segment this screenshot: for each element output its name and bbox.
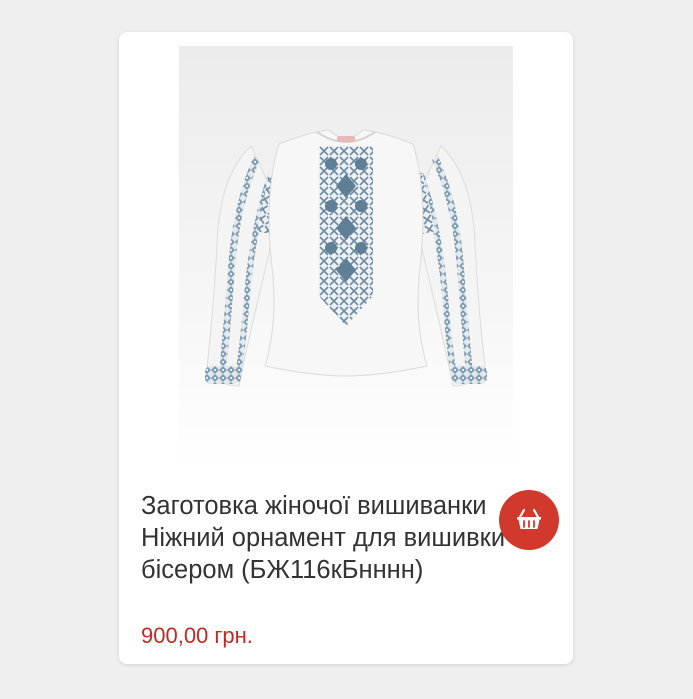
add-to-cart-button[interactable] [499,490,559,550]
product-price: 900,00 грн. [141,623,253,648]
basket-icon [517,508,541,529]
product-title[interactable]: Заготовка жіночої вишиванки Ніжний орнам… [141,490,561,586]
embroidered-blouse-image [205,129,487,387]
product-card[interactable]: Заготовка жіночої вишиванки Ніжний орнам… [119,32,573,664]
product-image[interactable] [179,46,513,471]
